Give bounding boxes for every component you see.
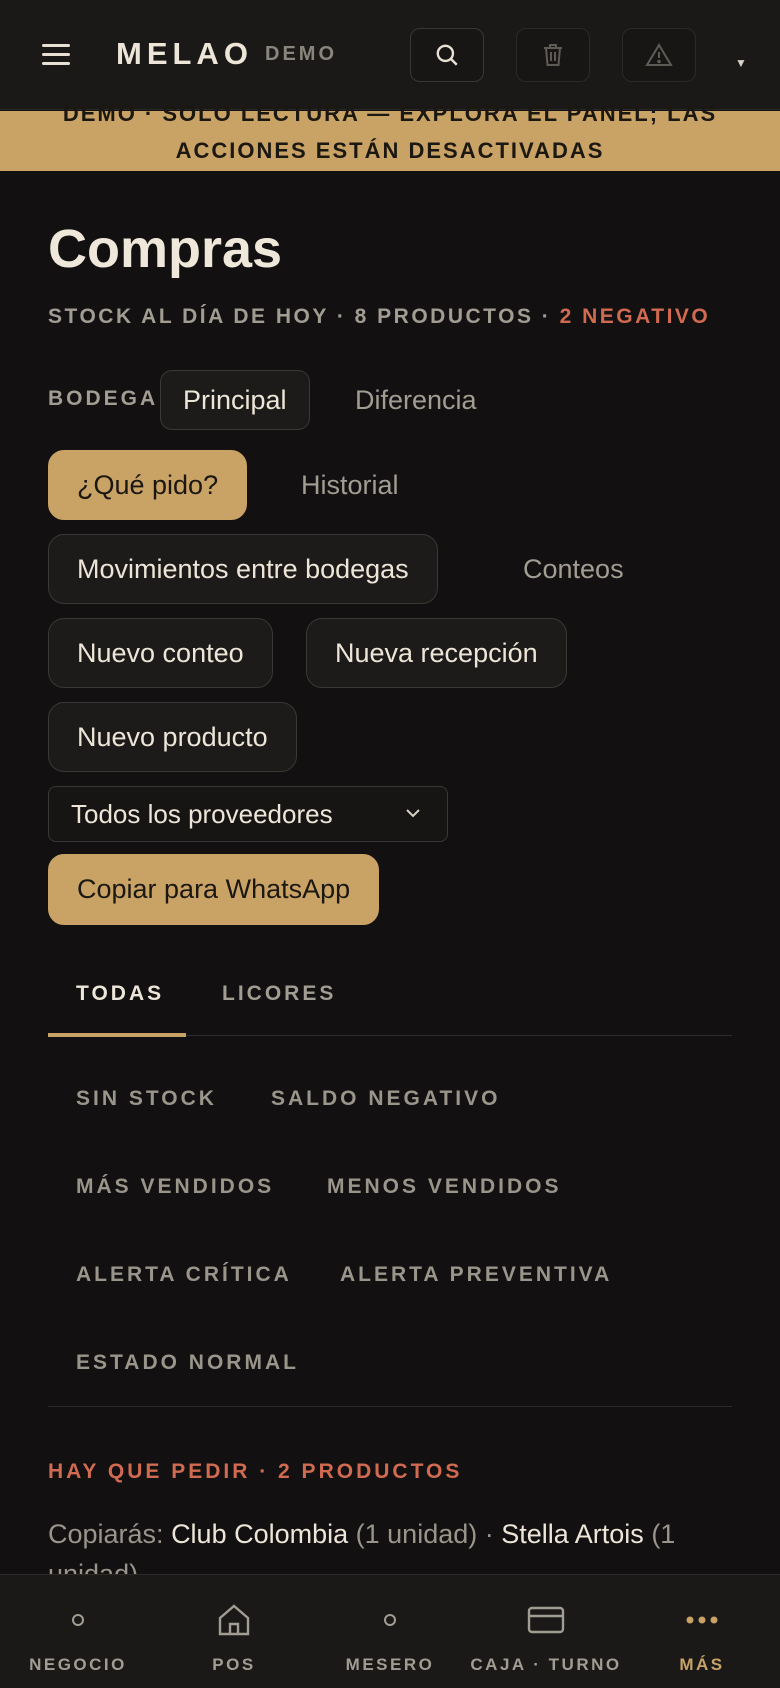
order-section-heading: HAY QUE PEDIR · 2 PRODUCTOS [48, 1460, 463, 1483]
top-bar: MELAO DEMO ▼ [0, 0, 780, 110]
nav-mesero[interactable]: MESERO [312, 1575, 468, 1688]
filter-alerta-critica[interactable]: ALERTA CRÍTICA [76, 1263, 292, 1287]
que-pido-button[interactable]: ¿Qué pido? [48, 450, 248, 520]
dot-icon [72, 1614, 84, 1626]
nav-label: NEGOCIO [29, 1655, 127, 1674]
filter-alerta-preventiva[interactable]: ALERTA PREVENTIVA [340, 1263, 612, 1287]
supplier-select-value: Todos los proveedores [71, 798, 333, 829]
nuevo-conteo-button[interactable]: Nuevo conteo [48, 618, 273, 688]
filter-sin-stock[interactable]: SIN STOCK [76, 1087, 217, 1111]
dot-icon [384, 1614, 396, 1626]
search-button[interactable] [410, 28, 484, 82]
banner-line-1: DEMO · SOLO LECTURA — EXPLORA EL PANEL; … [62, 101, 718, 126]
conteos-button[interactable]: Conteos [494, 538, 653, 600]
bodega-diferencia[interactable]: Diferencia [332, 370, 500, 430]
warning-icon [645, 43, 673, 66]
active-tab-indicator [48, 1033, 186, 1037]
page-subtitle: STOCK AL DÍA DE HOY · 8 PRODUCTOS · 2 NE… [48, 305, 710, 329]
tab-licores[interactable]: LICORES [222, 982, 336, 1006]
order-item-name: Club Colombia [171, 1519, 349, 1549]
trash-icon [544, 44, 562, 66]
page-title: Compras [48, 219, 283, 279]
nueva-recepcion-button[interactable]: Nueva recepción [306, 618, 567, 688]
bodega-label: BODEGA [48, 387, 159, 410]
nav-label: MÁS [679, 1655, 725, 1674]
banner-line-2: ACCIONES ESTÁN DESACTIVADAS [175, 138, 605, 163]
search-icon [436, 44, 458, 66]
order-item-name: Stella Artois [501, 1519, 644, 1549]
chevron-down-icon[interactable]: ▼ [735, 56, 747, 70]
order-item-qty: (1 unidad) · [348, 1519, 502, 1549]
nav-negocio[interactable]: NEGOCIO [0, 1575, 156, 1688]
nav-label: POS [212, 1655, 256, 1674]
nav-caja-turno[interactable]: CAJA · TURNO [468, 1575, 624, 1688]
more-icon [686, 1616, 718, 1624]
demo-banner: DEMO · SOLO LECTURA — EXPLORA EL PANEL; … [0, 101, 780, 171]
trash-button[interactable] [516, 28, 590, 82]
demo-tag: DEMO [265, 43, 337, 65]
category-tabs: TODAS LICORES [48, 970, 732, 1037]
home-icon [218, 1604, 250, 1636]
brand-logo: MELAO [116, 36, 253, 71]
supplier-select[interactable]: Todos los proveedores [48, 786, 448, 842]
alert-button[interactable] [622, 28, 696, 82]
card-icon [527, 1606, 565, 1634]
movimientos-button[interactable]: Movimientos entre bodegas [48, 534, 438, 604]
nav-pos[interactable]: POS [156, 1575, 312, 1688]
nav-mas[interactable]: MÁS [624, 1575, 780, 1688]
filter-saldo-negativo[interactable]: SALDO NEGATIVO [271, 1087, 500, 1111]
filter-estado-normal[interactable]: ESTADO NORMAL [76, 1351, 299, 1375]
section-divider [48, 1406, 732, 1407]
menu-icon[interactable] [42, 44, 70, 68]
copy-whatsapp-button[interactable]: Copiar para WhatsApp [48, 854, 380, 925]
subtitle-text: STOCK AL DÍA DE HOY · 8 PRODUCTOS · [48, 305, 560, 328]
chevron-down-icon [406, 809, 420, 818]
filter-menos-vendidos[interactable]: MENOS VENDIDOS [327, 1175, 562, 1199]
tab-todas[interactable]: TODAS [76, 982, 164, 1006]
bodega-principal[interactable]: Principal [160, 370, 310, 430]
nav-label: CAJA · TURNO [470, 1655, 622, 1674]
negative-count: 2 NEGATIVO [559, 305, 711, 328]
bottom-nav: NEGOCIO POS MESERO CAJA · TURNO MÁS [0, 1574, 780, 1688]
filter-mas-vendidos[interactable]: MÁS VENDIDOS [76, 1175, 274, 1199]
nav-label: MESERO [345, 1655, 435, 1674]
nuevo-producto-button[interactable]: Nuevo producto [48, 702, 297, 772]
historial-button[interactable]: Historial [272, 454, 428, 516]
copy-prefix: Copiarás: [48, 1519, 172, 1549]
